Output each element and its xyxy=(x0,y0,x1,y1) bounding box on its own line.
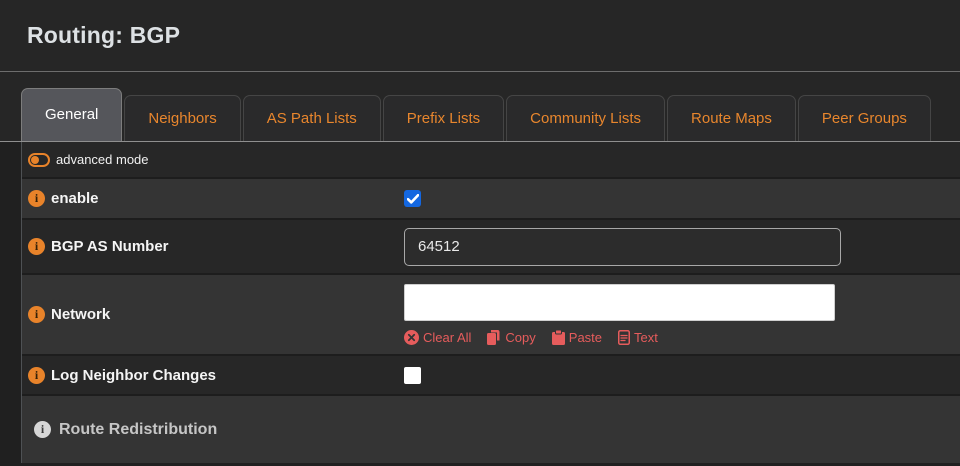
info-icon[interactable]: i xyxy=(28,238,45,255)
bgp-as-number-row: i BGP AS Number xyxy=(22,220,960,275)
tab-bar: General Neighbors AS Path Lists Prefix L… xyxy=(0,72,960,142)
advanced-mode-row[interactable]: advanced mode xyxy=(22,142,960,179)
tab-neighbors[interactable]: Neighbors xyxy=(124,95,240,141)
network-row: i Network Clear All Copy xyxy=(22,275,960,356)
copy-icon xyxy=(487,330,501,345)
info-icon[interactable]: i xyxy=(28,306,45,323)
bgp-as-number-label: BGP AS Number xyxy=(51,238,169,255)
paste-label: Paste xyxy=(569,330,602,345)
info-icon[interactable]: i xyxy=(28,190,45,207)
route-redistribution-row: i Route Redistribution xyxy=(22,396,960,463)
general-form: advanced mode i enable i BGP AS Number i xyxy=(21,142,960,463)
network-actions: Clear All Copy Paste xyxy=(404,330,658,345)
enable-checkbox[interactable] xyxy=(404,190,421,207)
route-redistribution-label: Route Redistribution xyxy=(59,421,217,439)
info-icon[interactable]: i xyxy=(34,421,51,438)
tab-as-path-lists[interactable]: AS Path Lists xyxy=(243,95,381,141)
tab-community-lists[interactable]: Community Lists xyxy=(506,95,665,141)
log-neighbor-changes-row: i Log Neighbor Changes xyxy=(22,356,960,396)
checkmark-icon xyxy=(407,194,419,204)
paste-button[interactable]: Paste xyxy=(552,330,602,345)
network-label: Network xyxy=(51,306,110,323)
tab-general[interactable]: General xyxy=(21,88,122,141)
enable-label: enable xyxy=(51,190,99,207)
info-icon[interactable]: i xyxy=(28,367,45,384)
text-button[interactable]: Text xyxy=(618,330,658,345)
clear-all-button[interactable]: Clear All xyxy=(404,330,471,345)
clear-all-label: Clear All xyxy=(423,330,471,345)
log-neighbor-changes-checkbox[interactable] xyxy=(404,367,421,384)
paste-icon xyxy=(552,330,565,345)
page-title: Routing: BGP xyxy=(27,22,180,49)
text-file-icon xyxy=(618,330,630,345)
tab-route-maps[interactable]: Route Maps xyxy=(667,95,796,141)
advanced-mode-label: advanced mode xyxy=(56,152,149,167)
copy-button[interactable]: Copy xyxy=(487,330,535,345)
copy-label: Copy xyxy=(505,330,535,345)
clear-all-icon xyxy=(404,330,419,345)
bgp-as-number-input[interactable] xyxy=(404,228,841,266)
page-header: Routing: BGP xyxy=(0,0,960,72)
tab-prefix-lists[interactable]: Prefix Lists xyxy=(383,95,504,141)
tab-peer-groups[interactable]: Peer Groups xyxy=(798,95,931,141)
enable-row: i enable xyxy=(22,179,960,220)
text-label: Text xyxy=(634,330,658,345)
network-input[interactable] xyxy=(404,284,835,321)
toggle-off-icon[interactable] xyxy=(28,153,50,167)
log-neighbor-changes-label: Log Neighbor Changes xyxy=(51,367,216,384)
